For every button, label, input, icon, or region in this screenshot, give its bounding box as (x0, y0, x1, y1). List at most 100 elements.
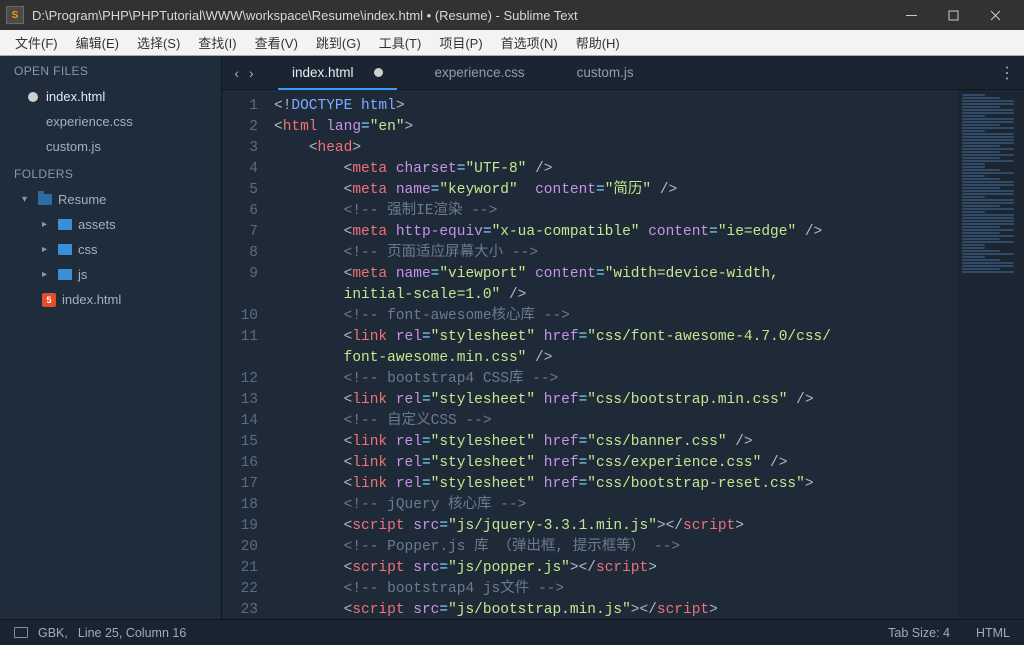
code-line[interactable]: <meta name="keyword" content="简历" /> (274, 180, 1024, 201)
sidebar: OPEN FILES index.htmlexperience.csscusto… (0, 56, 222, 619)
code-line[interactable]: <!-- bootstrap4 CSS库 --> (274, 369, 1024, 390)
menu-item[interactable]: 帮助(H) (567, 33, 629, 52)
minimap-line (962, 109, 1014, 111)
subfolder-item[interactable]: ▸js (0, 262, 221, 287)
code-line[interactable]: <head> (274, 138, 1024, 159)
tab-label: experience.css (435, 65, 525, 80)
menu-item[interactable]: 工具(T) (370, 33, 431, 52)
minimap-line (962, 148, 1014, 150)
statusbar: GBK, Line 25, Column 16 Tab Size: 4 HTML (0, 619, 1024, 645)
code-line[interactable]: <!-- font-awesome核心库 --> (274, 306, 1024, 327)
gutter: 1234567891011121314151617181920212223 (222, 90, 268, 619)
menu-item[interactable]: 查找(I) (189, 33, 245, 52)
minimap-line (962, 214, 1014, 216)
minimap-line (962, 184, 1014, 186)
minimap-line (962, 181, 1014, 183)
menu-item[interactable]: 选择(S) (128, 33, 189, 52)
code-line[interactable]: <link rel="stylesheet" href="css/font-aw… (274, 327, 1024, 369)
code-line[interactable]: <!-- 强制IE渲染 --> (274, 201, 1024, 222)
tab[interactable]: custom.js (551, 56, 660, 89)
menu-item[interactable]: 项目(P) (430, 33, 491, 52)
code-line[interactable]: <meta name="viewport" content="width=dev… (274, 264, 1024, 306)
line-number: 6 (222, 201, 258, 222)
menu-item[interactable]: 跳到(G) (307, 33, 370, 52)
code-line[interactable]: <!-- 页面适应屏幕大小 --> (274, 243, 1024, 264)
menu-item[interactable]: 查看(V) (246, 33, 307, 52)
minimap-line (962, 163, 985, 165)
minimap-line (962, 247, 985, 249)
minimap-line (962, 259, 1000, 261)
minimap[interactable] (958, 90, 1024, 619)
code-line[interactable]: <!-- 自定义CSS --> (274, 411, 1024, 432)
open-file-item[interactable]: custom.js (0, 134, 221, 159)
code-line[interactable]: <!-- Popper.js 库 （弹出框, 提示框等） --> (274, 537, 1024, 558)
code-content[interactable]: <!DOCTYPE html><html lang="en"> <head> <… (268, 90, 1024, 619)
chevron-down-icon: ▾ (22, 194, 32, 205)
code-line[interactable]: <!-- jQuery 核心库 --> (274, 495, 1024, 516)
minimap-line (962, 100, 1014, 102)
code-line[interactable]: <!DOCTYPE html> (274, 96, 1024, 117)
line-number: 21 (222, 558, 258, 579)
line-number: 19 (222, 516, 258, 537)
app-icon: S (6, 6, 24, 24)
line-number: 22 (222, 579, 258, 600)
tab[interactable]: experience.css (409, 56, 551, 89)
line-number: 23 (222, 600, 258, 619)
line-number: 20 (222, 537, 258, 558)
project-folder[interactable]: ▾ Resume (0, 187, 221, 212)
folder-icon (58, 219, 72, 230)
chevron-left-icon[interactable]: ‹ (234, 65, 239, 81)
folder-label: Resume (58, 192, 106, 207)
code-line[interactable]: <html lang="en"> (274, 117, 1024, 138)
project-file-item[interactable]: 5index.html (0, 287, 221, 312)
minimap-line (962, 145, 1000, 147)
line-number: 2 (222, 117, 258, 138)
folder-label: js (78, 267, 87, 282)
chevron-right-icon[interactable]: › (249, 65, 254, 81)
open-file-item[interactable]: experience.css (0, 109, 221, 134)
line-number: 15 (222, 432, 258, 453)
status-tab-size[interactable]: Tab Size: 4 (888, 626, 950, 640)
panel-icon[interactable] (14, 627, 28, 638)
code-line[interactable]: <!-- bootstrap4 js文件 --> (274, 579, 1024, 600)
menu-item[interactable]: 首选项(N) (492, 33, 567, 52)
status-syntax[interactable]: HTML (976, 626, 1010, 640)
tab-nav[interactable]: ‹ › (222, 56, 266, 89)
code-line[interactable]: <link rel="stylesheet" href="css/bootstr… (274, 390, 1024, 411)
line-number: 9 (222, 264, 258, 306)
code-line[interactable]: <script src="js/bootstrap.min.js"></scri… (274, 600, 1024, 619)
code-line[interactable]: <meta http-equiv="x-ua-compatible" conte… (274, 222, 1024, 243)
menu-item[interactable]: 编辑(E) (67, 33, 128, 52)
minimap-line (962, 205, 1000, 207)
code-area[interactable]: 1234567891011121314151617181920212223 <!… (222, 90, 1024, 619)
line-number: 10 (222, 306, 258, 327)
menu-item[interactable]: 文件(F) (6, 33, 67, 52)
modified-dot-icon (28, 92, 38, 102)
code-line[interactable]: <link rel="stylesheet" href="css/experie… (274, 453, 1024, 474)
minimap-line (962, 106, 1000, 108)
close-button[interactable] (974, 0, 1016, 30)
folder-open-icon (38, 194, 52, 205)
code-line[interactable]: <meta charset="UTF-8" /> (274, 159, 1024, 180)
subfolder-item[interactable]: ▸assets (0, 212, 221, 237)
line-number: 7 (222, 222, 258, 243)
open-file-item[interactable]: index.html (0, 84, 221, 109)
code-line[interactable]: <script src="js/popper.js"></script> (274, 558, 1024, 579)
code-line[interactable]: <link rel="stylesheet" href="css/bootstr… (274, 474, 1024, 495)
subfolder-item[interactable]: ▸css (0, 237, 221, 262)
code-line[interactable]: <script src="js/jquery-3.3.1.min.js"></s… (274, 516, 1024, 537)
maximize-button[interactable] (932, 0, 974, 30)
code-line[interactable]: <link rel="stylesheet" href="css/banner.… (274, 432, 1024, 453)
minimap-line (962, 178, 1000, 180)
tab[interactable]: index.html (266, 56, 409, 89)
minimap-line (962, 172, 1014, 174)
line-number: 16 (222, 453, 258, 474)
minimap-line (962, 190, 1014, 192)
tab-overflow-button[interactable]: ⋮ (990, 56, 1024, 89)
minimap-line (962, 130, 985, 132)
menubar: 文件(F)编辑(E)选择(S)查找(I)查看(V)跳到(G)工具(T)项目(P)… (0, 30, 1024, 56)
minimap-line (962, 268, 1000, 270)
minimize-button[interactable] (890, 0, 932, 30)
html-file-icon: 5 (42, 293, 56, 307)
status-encoding[interactable]: GBK, (38, 626, 68, 640)
